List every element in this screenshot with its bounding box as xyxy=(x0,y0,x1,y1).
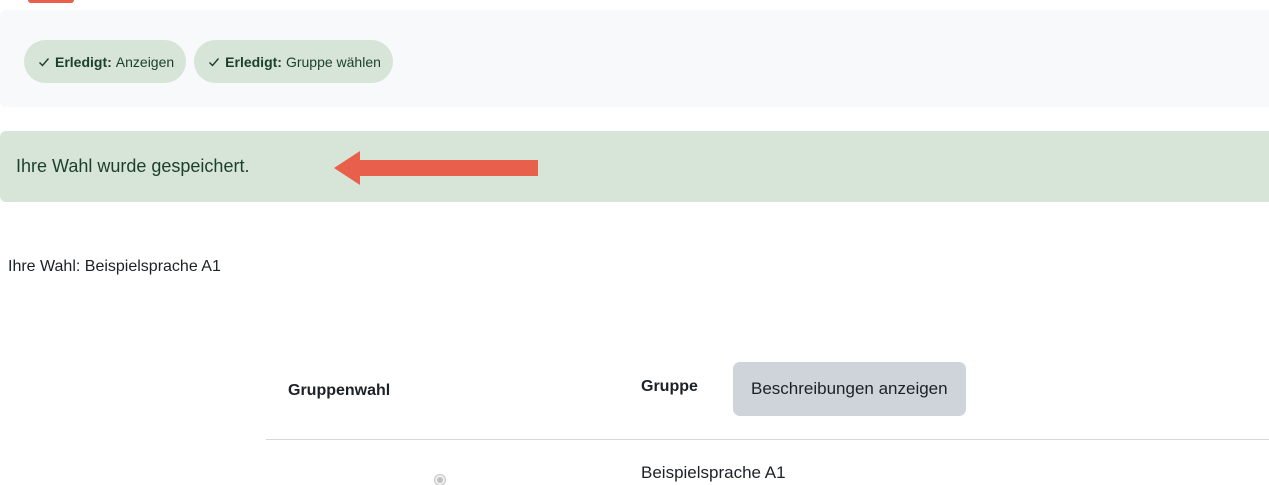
completion-badge-view: Erledigt: Anzeigen xyxy=(24,40,187,83)
check-icon xyxy=(209,57,220,67)
group-name: Beispielsprache A1 xyxy=(641,463,786,482)
choice-table-header: Gruppenwahl Gruppe Beschreibungen anzeig… xyxy=(266,358,1269,440)
success-alert: Ihre Wahl wurde gespeichert. xyxy=(0,131,1269,202)
column-header-group: Gruppe xyxy=(641,378,698,395)
your-choice-text: Ihre Wahl: Beispielsprache A1 xyxy=(8,258,221,275)
completion-badges: Erledigt: Anzeigen Erledigt: Gruppe wähl… xyxy=(24,40,393,83)
left-arrow-icon xyxy=(334,151,538,185)
table-row: Beispielsprache A1 xyxy=(266,441,1269,485)
badge-label: Anzeigen xyxy=(115,53,175,70)
column-header-choice: Gruppenwahl xyxy=(288,382,391,399)
show-descriptions-button[interactable]: Beschreibungen anzeigen xyxy=(733,362,966,416)
group-radio-button[interactable] xyxy=(434,474,446,485)
top-accent-bar xyxy=(28,0,74,3)
alert-message: Ihre Wahl wurde gespeichert. xyxy=(16,156,250,176)
page: Erledigt: Anzeigen Erledigt: Gruppe wähl… xyxy=(0,0,1269,485)
badge-status: Erledigt: xyxy=(55,53,112,70)
badge-label: Gruppe wählen xyxy=(285,53,381,70)
badge-status: Erledigt: xyxy=(225,53,282,70)
check-icon xyxy=(39,57,50,67)
completion-badge-choose-group: Erledigt: Gruppe wählen xyxy=(194,40,393,83)
